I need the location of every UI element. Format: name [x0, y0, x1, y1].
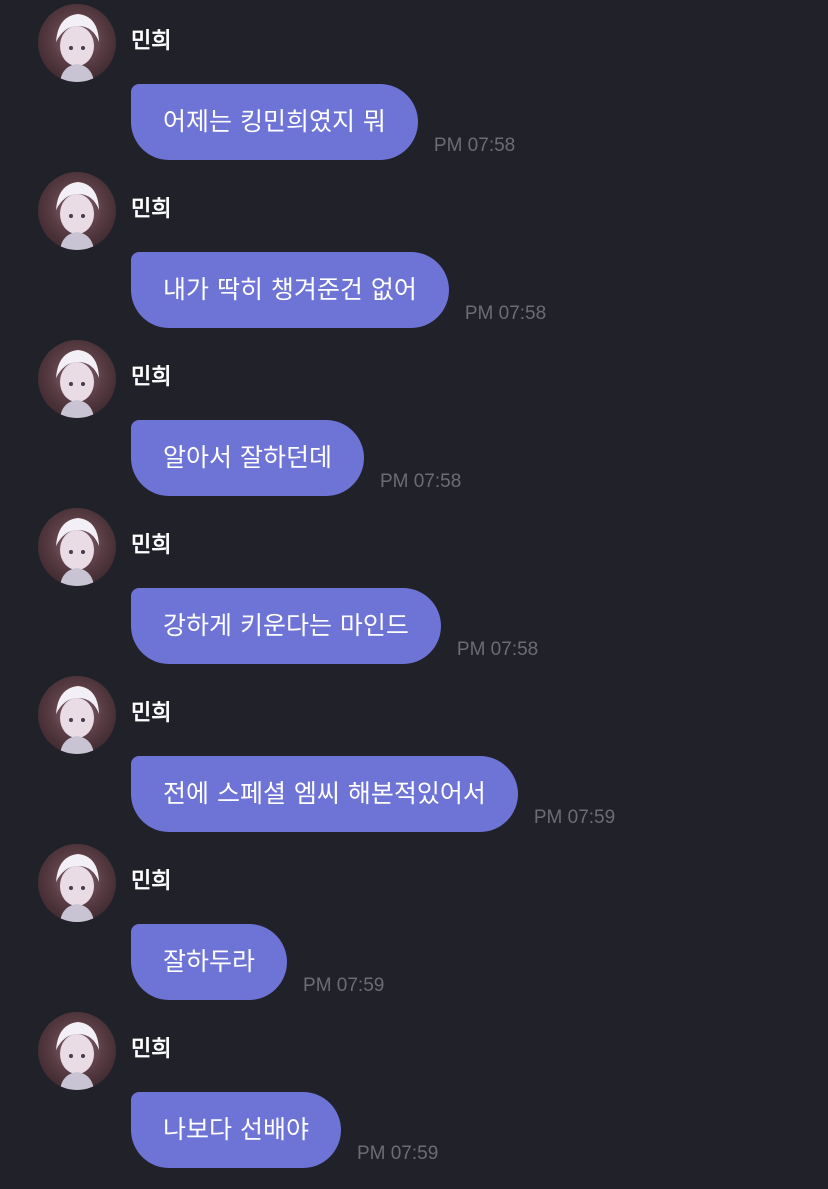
- message-item: 민희 전에 스페셜 엠씨 해본적있어서 PM 07:59: [0, 672, 828, 840]
- chat-list: 민희 어제는 킹민희였지 뭐 PM 07:58 민희 내가 딱히 챙겨준건 없어…: [0, 0, 828, 1189]
- avatar-icon: [56, 14, 99, 82]
- message-row: 어제는 킹민희였지 뭐 PM 07:58: [131, 80, 515, 160]
- message-bubble[interactable]: 어제는 킹민희였지 뭐: [131, 84, 418, 160]
- message-time: PM 07:58: [464, 303, 547, 324]
- message-item: 민희 알아서 잘하던데 PM 07:58: [0, 336, 828, 504]
- message-bubble[interactable]: 나보다 선배야: [131, 1092, 341, 1168]
- message-row: 나보다 선배야 PM 07:59: [131, 1088, 438, 1168]
- avatar-icon: [56, 350, 99, 418]
- message-time: PM 07:59: [533, 807, 616, 828]
- avatar-icon: [56, 854, 99, 922]
- message-row: 잘하두라 PM 07:59: [131, 920, 384, 1000]
- message-item: 민희 내가 딱히 챙겨준건 없어 PM 07:58: [0, 168, 828, 336]
- message-row: 알아서 잘하던데 PM 07:58: [131, 416, 461, 496]
- message-bubble[interactable]: 전에 스페셜 엠씨 해본적있어서: [131, 756, 518, 832]
- message-row: 강하게 키운다는 마인드 PM 07:58: [131, 584, 538, 664]
- message-bubble[interactable]: 잘하두라: [131, 924, 288, 1000]
- message-bubble[interactable]: 강하게 키운다는 마인드: [131, 588, 441, 664]
- avatar-icon: [56, 182, 99, 250]
- message-time: PM 07:58: [379, 471, 462, 492]
- message-row: 전에 스페셜 엠씨 해본적있어서 PM 07:59: [131, 752, 615, 832]
- sender-name: 민희: [131, 869, 172, 894]
- avatar[interactable]: [38, 844, 116, 922]
- message-row: 내가 딱히 챙겨준건 없어 PM 07:58: [131, 248, 546, 328]
- avatar-icon: [56, 518, 99, 586]
- avatar[interactable]: [38, 1012, 116, 1090]
- sender-name: 민희: [131, 1037, 172, 1062]
- avatar[interactable]: [38, 676, 116, 754]
- message-item: 민희 강하게 키운다는 마인드 PM 07:58: [0, 504, 828, 672]
- sender-name: 민희: [131, 197, 172, 222]
- message-item: 민희 어제는 킹민희였지 뭐 PM 07:58: [0, 0, 828, 168]
- message-time: PM 07:59: [356, 1143, 439, 1164]
- message-bubble[interactable]: 알아서 잘하던데: [131, 420, 364, 496]
- sender-name: 민희: [131, 365, 172, 390]
- sender-name: 민희: [131, 701, 172, 726]
- message-time: PM 07:59: [303, 975, 385, 996]
- avatar-icon: [56, 1022, 99, 1090]
- avatar-icon: [56, 686, 99, 754]
- message-time: PM 07:58: [433, 135, 516, 156]
- avatar[interactable]: [38, 508, 116, 586]
- message-time: PM 07:58: [456, 639, 539, 660]
- sender-name: 민희: [131, 533, 172, 558]
- avatar[interactable]: [38, 340, 116, 418]
- message-bubble[interactable]: 내가 딱히 챙겨준건 없어: [131, 252, 449, 328]
- message-item: 민희 잘하두라 PM 07:59: [0, 840, 828, 1008]
- avatar[interactable]: [38, 172, 116, 250]
- avatar[interactable]: [38, 4, 116, 82]
- sender-name: 민희: [131, 29, 172, 54]
- message-item: 민희 나보다 선배야 PM 07:59: [0, 1008, 828, 1176]
